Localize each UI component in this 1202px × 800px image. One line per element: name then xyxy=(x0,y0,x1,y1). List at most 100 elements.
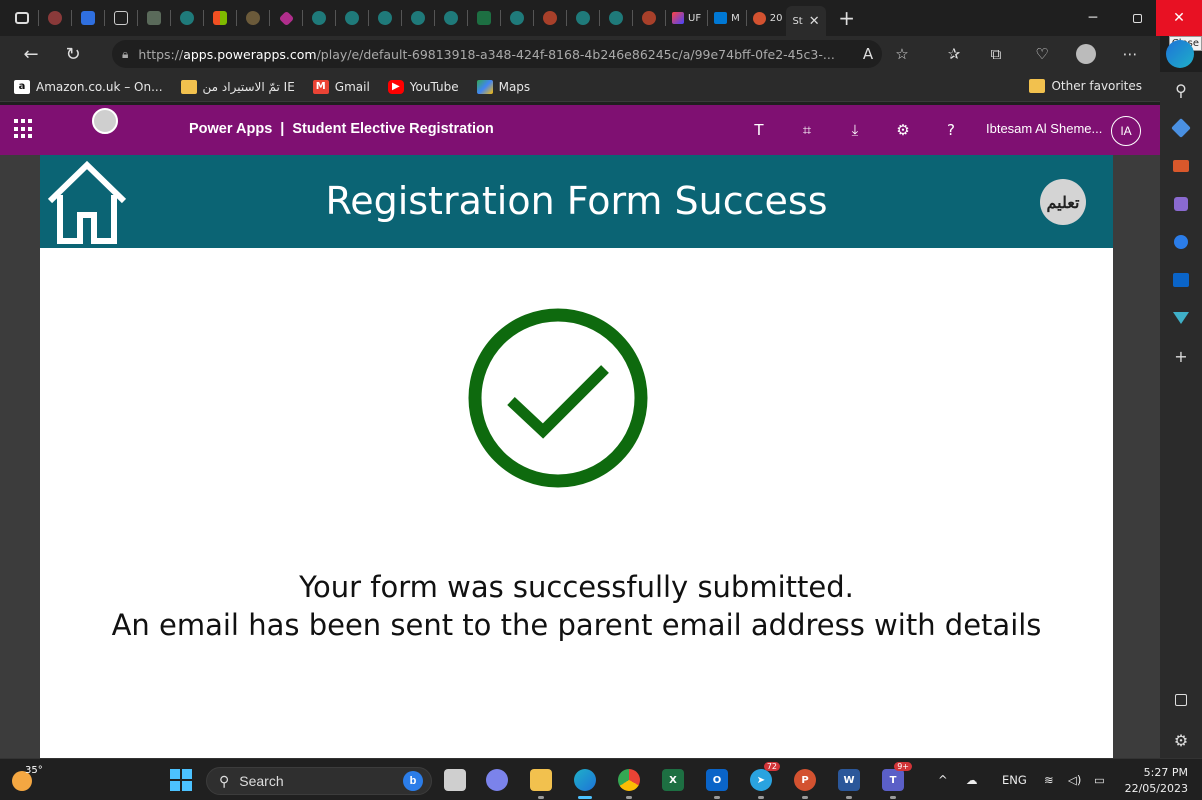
close-tab-icon[interactable]: ✕ xyxy=(809,14,820,29)
tab-active[interactable]: St ✕ xyxy=(786,6,826,36)
tab-20[interactable]: 20 xyxy=(749,11,787,25)
drop-icon[interactable] xyxy=(1171,308,1191,328)
back-button[interactable]: ← xyxy=(14,39,48,69)
download-icon[interactable]: ⤓ xyxy=(838,105,872,155)
add-favorite-icon[interactable]: ☆ xyxy=(886,36,918,72)
app-launcher-icon[interactable] xyxy=(14,119,34,139)
tab-14[interactable] xyxy=(470,6,498,30)
read-aloud-icon[interactable]: A xyxy=(852,36,884,72)
fullscreen-icon[interactable]: ⌗ xyxy=(790,105,824,155)
task-view-icon[interactable] xyxy=(440,765,470,795)
tab-2[interactable] xyxy=(74,6,102,30)
tab-1[interactable] xyxy=(41,6,69,30)
url-path: /play/e/default-69813918-a348-424f-8168-… xyxy=(316,46,835,62)
refresh-button[interactable]: ↻ xyxy=(56,39,90,69)
tab-uf[interactable]: UF xyxy=(668,12,705,24)
settings-gear-icon[interactable]: ⚙ xyxy=(1171,730,1191,750)
sidebar-toggle-icon[interactable] xyxy=(1171,690,1191,710)
edge-icon[interactable] xyxy=(570,765,600,799)
user-name[interactable]: Ibtesam Al Sheme... xyxy=(986,121,1102,136)
excel-icon[interactable]: X xyxy=(658,765,688,795)
tab-16[interactable] xyxy=(536,6,564,30)
edge-sidebar: ⚲ + ⚙ xyxy=(1160,72,1202,758)
taskbar-search[interactable]: ⚲ Search b xyxy=(206,767,432,795)
start-button[interactable] xyxy=(166,765,196,795)
tab-17[interactable] xyxy=(569,6,597,30)
search-icon: ⚲ xyxy=(219,772,230,789)
microsoft365-icon[interactable] xyxy=(1171,232,1191,252)
search-icon[interactable]: ⚲ xyxy=(1171,80,1191,100)
chrome-icon[interactable] xyxy=(614,765,644,799)
settings-icon[interactable]: ⚙ xyxy=(886,105,920,155)
volume-icon[interactable]: ◁) xyxy=(1068,773,1081,787)
minimize-button[interactable]: ─ xyxy=(1070,0,1116,36)
profile-icon[interactable] xyxy=(1070,36,1102,72)
more-menu-icon[interactable]: ⋯ xyxy=(1114,36,1146,72)
favorite-amazon[interactable]: a Amazon.co.uk – On... xyxy=(14,79,163,94)
tab-4[interactable] xyxy=(140,6,168,30)
other-favorites[interactable]: Other favorites xyxy=(1029,79,1142,93)
word-icon[interactable]: W xyxy=(834,765,864,799)
weather-temp: 35° xyxy=(25,765,43,776)
wifi-icon[interactable]: ≋ xyxy=(1044,773,1054,787)
tab-15[interactable] xyxy=(503,6,531,30)
restore-button[interactable] xyxy=(1114,0,1160,36)
tab-separator xyxy=(533,10,534,26)
games-icon[interactable] xyxy=(1171,194,1191,214)
tools-icon[interactable] xyxy=(1171,156,1191,176)
copilot-icon[interactable] xyxy=(1166,40,1194,68)
close-window-button[interactable]: ✕ xyxy=(1156,0,1202,36)
outlook-icon[interactable] xyxy=(1171,270,1191,290)
tab-9[interactable] xyxy=(305,6,333,30)
tab-8[interactable] xyxy=(272,6,300,30)
app-stage: Registration Form Success تعليم Your for… xyxy=(0,155,1160,758)
tab-6[interactable] xyxy=(206,6,234,30)
url-prefix: https:// xyxy=(138,46,184,62)
telegram-icon[interactable]: ➤ 72 xyxy=(746,762,780,799)
favorite-label: Maps xyxy=(498,79,531,94)
teams-badge: 9+ xyxy=(894,762,912,771)
new-tab-button[interactable]: + xyxy=(832,3,862,33)
show-hidden-icons[interactable]: ^ xyxy=(938,773,948,787)
health-icon[interactable]: ♡ xyxy=(1026,36,1058,72)
tab-separator xyxy=(707,10,709,26)
teams-icon[interactable]: T 9+ xyxy=(878,762,912,799)
bing-icon: b xyxy=(403,771,423,791)
favorite-youtube[interactable]: ▶ YouTube xyxy=(387,79,459,94)
address-bar[interactable]: 🔒︎ https://apps.powerapps.com/play/e/def… xyxy=(112,40,882,68)
tab-m[interactable]: M xyxy=(710,12,744,24)
outlook-icon[interactable]: O xyxy=(702,765,732,799)
tab-11[interactable] xyxy=(371,6,399,30)
tab-5[interactable] xyxy=(173,6,201,30)
avatar[interactable]: IA xyxy=(1111,116,1141,146)
tab-12[interactable] xyxy=(404,6,432,30)
add-sidebar-icon[interactable]: + xyxy=(1171,346,1191,366)
teams-icon[interactable]: T xyxy=(742,105,776,155)
language-indicator[interactable]: ENG xyxy=(1002,773,1027,787)
favorite-maps[interactable]: Maps xyxy=(476,79,531,94)
tab-7[interactable] xyxy=(239,6,267,30)
maps-icon xyxy=(476,79,493,94)
shopping-icon[interactable] xyxy=(1171,118,1191,138)
tab-actions-icon[interactable] xyxy=(8,6,36,30)
favorites-icon[interactable]: ✰ xyxy=(938,36,970,72)
tab-10[interactable] xyxy=(338,6,366,30)
screen-header: Registration Form Success تعليم xyxy=(40,155,1113,248)
powerpoint-icon[interactable]: P xyxy=(790,765,820,799)
onedrive-icon[interactable]: ☁ xyxy=(966,773,978,787)
folder-icon xyxy=(180,79,197,94)
favorite-ie-import[interactable]: تمّ الاستيراد من IE xyxy=(180,79,295,94)
tab-18[interactable] xyxy=(602,6,630,30)
favorite-label: تمّ الاستيراد من IE xyxy=(202,79,295,94)
help-icon[interactable]: ? xyxy=(934,105,968,155)
tab-19[interactable] xyxy=(635,6,663,30)
success-message: Your form was successfully submitted. xyxy=(299,570,854,604)
battery-icon[interactable]: ▭ xyxy=(1094,773,1105,787)
tab-13[interactable] xyxy=(437,6,465,30)
system-clock[interactable]: 5:27 PM 22/05/2023 xyxy=(1124,765,1188,797)
collections-icon[interactable]: ⧉ xyxy=(980,36,1012,72)
tab-3[interactable] xyxy=(107,6,135,30)
favorite-gmail[interactable]: M Gmail xyxy=(312,79,370,94)
file-explorer-icon[interactable] xyxy=(526,765,556,799)
teams-chat-icon[interactable] xyxy=(482,765,512,795)
